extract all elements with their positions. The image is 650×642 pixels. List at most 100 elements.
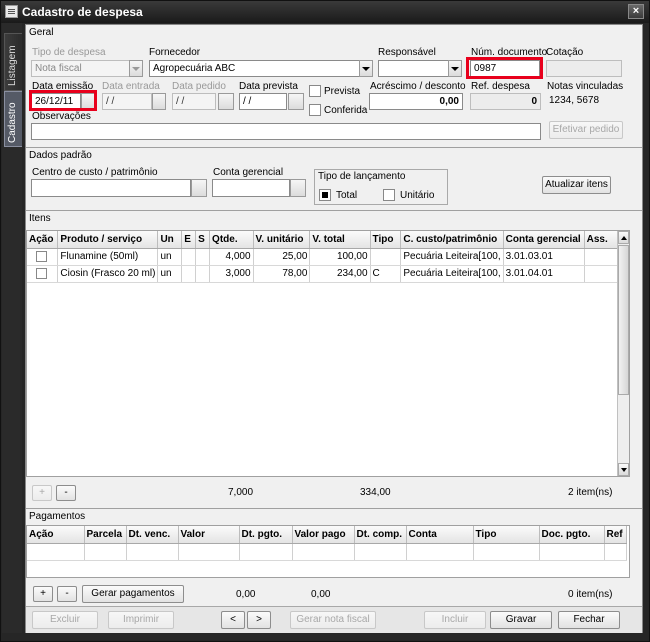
conferida-checkbox[interactable]: [309, 104, 321, 116]
conta-gerencial-label: Conta gerencial: [213, 167, 284, 178]
row-select-checkbox[interactable]: [36, 250, 47, 262]
data-prevista-calendar-button[interactable]: [288, 93, 304, 110]
efetivar-pedido-button[interactable]: Efetivar pedido: [549, 121, 623, 139]
cell-v-total: 234,00: [309, 265, 371, 283]
close-button[interactable]: ×: [628, 4, 644, 19]
col-tipo[interactable]: Tipo: [473, 526, 540, 544]
col-v-unitario[interactable]: V. unitário: [253, 231, 311, 249]
tipo-despesa-select[interactable]: Nota fiscal: [31, 60, 143, 77]
unitario-radio[interactable]: [383, 189, 395, 201]
incluir-button[interactable]: Incluir: [424, 611, 486, 629]
add-pagamento-button[interactable]: +: [33, 586, 53, 602]
col-acao[interactable]: Ação: [27, 231, 59, 249]
conta-gerencial-input[interactable]: [212, 179, 290, 197]
data-prevista-input[interactable]: / /: [239, 93, 287, 110]
col-conta-gerencial[interactable]: Conta gerencial: [503, 231, 585, 249]
fechar-button[interactable]: Fechar: [558, 611, 620, 629]
window-title: Cadastro de despesa: [22, 5, 143, 19]
col-conta[interactable]: Conta: [406, 526, 474, 544]
data-entrada-calendar-button[interactable]: [152, 93, 166, 110]
acrescimo-input[interactable]: 0,00: [369, 93, 463, 110]
col-valor[interactable]: Valor: [178, 526, 240, 544]
scroll-down-button[interactable]: [618, 463, 629, 476]
itens-count: 2 item(ns): [568, 487, 613, 498]
col-v-total[interactable]: V. total: [309, 231, 371, 249]
col-parcela[interactable]: Parcela: [84, 526, 127, 544]
imprimir-button[interactable]: Imprimir: [108, 611, 174, 629]
cell-s: [195, 248, 211, 266]
prev-record-button[interactable]: <: [221, 611, 245, 629]
centro-custo-input[interactable]: [31, 179, 191, 197]
table-row[interactable]: Flunamine (50ml) un 4,000 25,00 100,00 P…: [27, 248, 629, 266]
responsavel-dropdown[interactable]: [448, 60, 462, 77]
cell-qtde: 3,000: [209, 265, 254, 283]
col-e[interactable]: E: [181, 231, 197, 249]
empty-cell: [473, 543, 540, 561]
centro-custo-search-button[interactable]: [191, 179, 207, 197]
col-ref[interactable]: Ref: [604, 526, 627, 544]
col-valor-pago[interactable]: Valor pago: [292, 526, 355, 544]
window-menu-icon[interactable]: [5, 5, 18, 18]
itens-table: Ação Produto / serviço Un E S Qtde. V. u…: [27, 231, 629, 283]
cell-qtde: 4,000: [209, 248, 254, 266]
col-qtde[interactable]: Qtde.: [209, 231, 254, 249]
highlight-data-emissao: [29, 90, 97, 111]
tipo-despesa-label: Tipo de despesa: [32, 47, 106, 58]
add-item-button[interactable]: +: [32, 485, 52, 501]
remove-item-button[interactable]: -: [56, 485, 76, 501]
row-action-cell[interactable]: [27, 248, 59, 266]
unitario-label: Unitário: [400, 190, 435, 201]
table-row[interactable]: [27, 543, 627, 561]
empty-cell: [406, 543, 474, 561]
gravar-button[interactable]: Gravar: [490, 611, 552, 629]
row-action-cell[interactable]: [27, 265, 59, 283]
col-dt-venc[interactable]: Dt. venc.: [126, 526, 179, 544]
empty-cell: [539, 543, 605, 561]
scroll-up-button[interactable]: [618, 231, 629, 244]
next-record-button[interactable]: >: [247, 611, 271, 629]
cell-conta: 3.01.04.01: [503, 265, 585, 283]
fornecedor-dropdown[interactable]: [359, 60, 373, 77]
prevista-checkbox[interactable]: [309, 85, 321, 97]
col-dt-pgto[interactable]: Dt. pgto.: [239, 526, 293, 544]
col-s[interactable]: S: [195, 231, 211, 249]
data-pedido-input[interactable]: / /: [172, 93, 216, 110]
col-tipo[interactable]: Tipo: [370, 231, 402, 249]
atualizar-itens-button[interactable]: Atualizar itens: [542, 176, 611, 194]
conta-gerencial-search-button[interactable]: [290, 179, 306, 197]
data-entrada-input[interactable]: / /: [102, 93, 152, 110]
table-row[interactable]: Ciosin (Frasco 20 ml) un 3,000 78,00 234…: [27, 265, 629, 283]
cell-tipo: C: [370, 265, 402, 283]
section-title-pagamentos: Pagamentos: [29, 511, 86, 522]
col-dt-comp[interactable]: Dt. comp.: [354, 526, 407, 544]
chevron-up-icon: [621, 236, 627, 240]
col-c-custo[interactable]: C. custo/patrimônio: [400, 231, 504, 249]
data-pedido-calendar-button[interactable]: [218, 93, 234, 110]
chevron-down-icon: [451, 67, 459, 71]
cotacao-label: Cotação: [546, 47, 584, 58]
col-acao[interactable]: Ação: [27, 526, 85, 544]
tipo-lancamento-group: Tipo de lançamento Total Unitário: [314, 169, 448, 205]
tab-cadastro[interactable]: Cadastro: [4, 91, 22, 147]
data-entrada-label: Data entrada: [102, 81, 160, 92]
tipo-despesa-dropdown[interactable]: [129, 60, 143, 77]
observacoes-input[interactable]: [31, 123, 541, 140]
gerar-nota-fiscal-button[interactable]: Gerar nota fiscal: [290, 611, 376, 629]
row-select-checkbox[interactable]: [36, 267, 47, 279]
itens-grid: Ação Produto / serviço Un E S Qtde. V. u…: [26, 230, 630, 477]
cotacao-input[interactable]: [546, 60, 622, 77]
fornecedor-select[interactable]: Agropecuária ABC: [149, 60, 373, 77]
col-un[interactable]: Un: [157, 231, 183, 249]
pagamentos-header-row: Ação Parcela Dt. venc. Valor Dt. pgto. V…: [27, 526, 627, 544]
gerar-pagamentos-button[interactable]: Gerar pagamentos: [82, 585, 184, 603]
itens-scrollbar[interactable]: [617, 231, 629, 476]
chevron-down-icon: [132, 67, 140, 71]
excluir-button[interactable]: Excluir: [32, 611, 98, 629]
col-doc-pgto[interactable]: Doc. pgto.: [539, 526, 605, 544]
tab-listagem[interactable]: Listagem: [4, 33, 22, 91]
col-produto[interactable]: Produto / serviço: [57, 231, 159, 249]
total-radio[interactable]: [319, 189, 331, 201]
scroll-thumb[interactable]: [618, 245, 629, 395]
footer-bar: Excluir Imprimir < > Gerar nota fiscal I…: [26, 606, 642, 633]
remove-pagamento-button[interactable]: -: [57, 586, 77, 602]
